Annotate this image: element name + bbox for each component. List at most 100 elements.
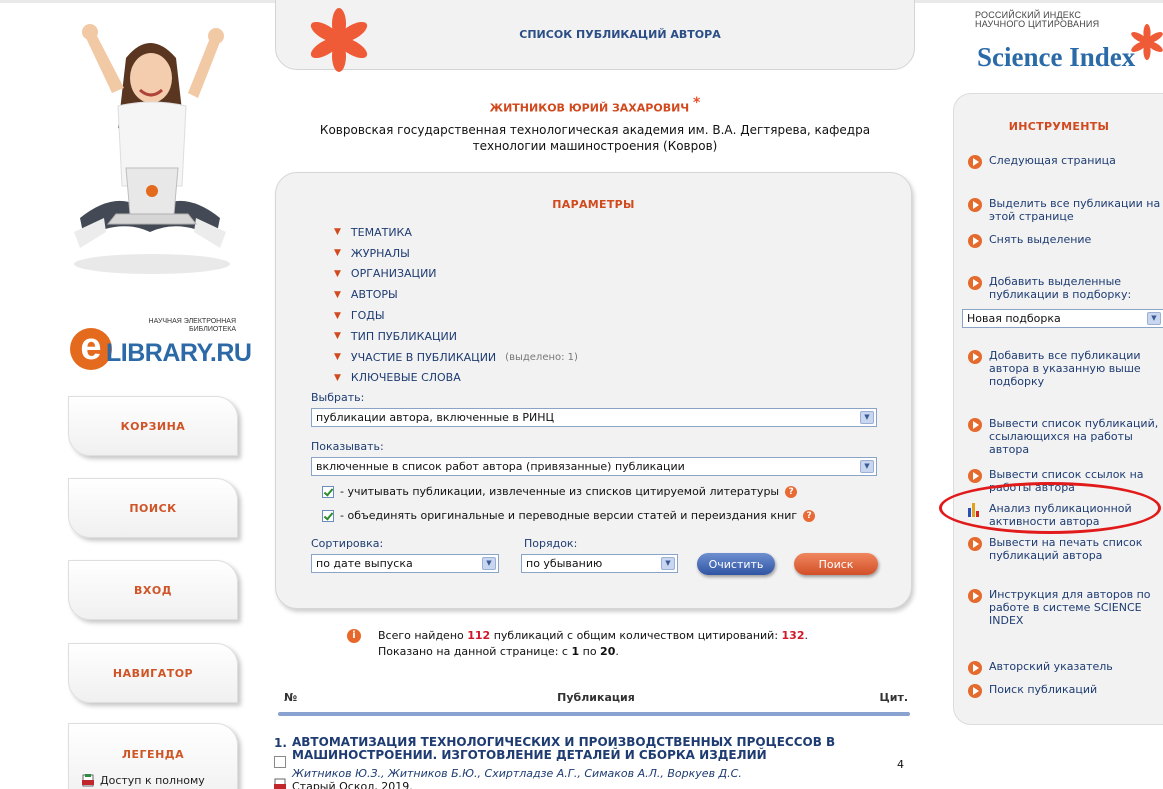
sort-select[interactable]: по дате выпуска ▼ [311, 554, 499, 573]
tool-citing-list[interactable]: Вывести список публикаций, ссылающихся н… [968, 417, 1163, 456]
table-header: Публикация № Цит. [284, 683, 908, 713]
pdf-icon[interactable] [274, 778, 286, 789]
cart-button[interactable]: КОРЗИНА [68, 396, 238, 456]
arrow-right-circle-icon [968, 234, 982, 248]
results-range-line: Показано на данной странице: с 1 по 20. [378, 645, 619, 658]
hero-illustration [74, 24, 230, 274]
chevron-down-icon: ▼ [860, 411, 874, 424]
param-authors[interactable]: ▼ АВТОРЫ [334, 284, 578, 305]
left-sidebar: НАУЧНАЯ ЭЛЕКТРОННАЯ БИБЛИОТЕКА e LIBRARY… [0, 0, 252, 789]
chevron-down-icon: ▼ [860, 460, 874, 473]
column-number: № [284, 691, 298, 704]
triangle-down-icon: ▼ [334, 268, 341, 279]
publication-citations[interactable]: 4 [897, 758, 904, 771]
brand-name: Science Index [977, 42, 1136, 72]
choose-label: Выбрать: [311, 391, 365, 404]
chevron-down-icon: ▼ [482, 557, 496, 570]
author-name-text[interactable]: ЖИТНИКОВ ЮРИЙ ЗАХАРОВИЧ [490, 102, 690, 115]
arrow-right-circle-icon [968, 589, 982, 603]
sort-label: Сортировка: [311, 537, 384, 550]
arrow-right-circle-icon [968, 469, 982, 483]
tools-title: ИНСТРУМЕНТЫ [1008, 120, 1110, 133]
param-years[interactable]: ▼ ГОДЫ [334, 305, 578, 326]
legend-item-label: Доступ к полному [100, 774, 205, 787]
tool-add-all[interactable]: Добавить все публикации автора в указанн… [968, 349, 1163, 388]
triangle-down-icon: ▼ [334, 372, 341, 383]
highlight-annotation [939, 482, 1161, 534]
arrow-right-circle-icon [968, 418, 982, 432]
science-index-logo[interactable]: РОССИЙСКИЙ ИНДЕКС НАУЧНОГО ЦИТИРОВАНИЯ S… [975, 6, 1163, 74]
results-total-line: Всего найдено 112 публикаций с общим кол… [378, 629, 808, 642]
results-from: 1 [571, 645, 580, 658]
results-to: 20 [600, 645, 616, 658]
tool-next-page[interactable]: Следующая страница [968, 154, 1163, 169]
legend-title: ЛЕГЕНДА [121, 748, 185, 761]
chevron-down-icon: ▼ [1147, 312, 1161, 325]
author-name[interactable]: ЖИТНИКОВ ЮРИЙ ЗАХАРОВИЧ * [275, 95, 915, 115]
asterisk-logo-icon [1131, 24, 1163, 60]
results-total: 112 [467, 629, 491, 642]
tool-select-all[interactable]: Выделить все публикации на этой странице [968, 197, 1163, 223]
show-select[interactable]: включенные в список работ автора (привяз… [311, 457, 877, 476]
publication-authors: Житников Ю.З., Житников Б.Ю., Схиртладзе… [292, 767, 742, 780]
arrow-right-circle-icon [968, 537, 982, 551]
collection-select[interactable]: Новая подборка ▼ [962, 309, 1163, 328]
order-select[interactable]: по убыванию ▼ [521, 554, 678, 573]
author-organization: Ковровская государственная технологическ… [319, 123, 871, 153]
param-pub-type[interactable]: ▼ ТИП ПУБЛИКАЦИИ [334, 326, 578, 347]
cited-refs-checkbox[interactable] [322, 485, 334, 498]
merge-versions-checkbox[interactable] [322, 509, 334, 522]
login-button[interactable]: ВХОД [68, 560, 238, 620]
legend-item-full-access: Доступ к полному [82, 774, 205, 787]
order-label: Порядок: [524, 537, 578, 550]
search-button[interactable]: Поиск [794, 553, 878, 575]
triangle-down-icon: ▼ [334, 331, 341, 342]
row-number: 1. [274, 736, 287, 750]
author-asterisk: * [693, 95, 701, 111]
tool-author-index[interactable]: Авторский указатель [968, 660, 1163, 675]
parameters-panel: ПАРАМЕТРЫ ▼ ТЕМАТИКА ▼ ЖУРНАЛЫ ▼ ОРГАНИЗАЦИ… [275, 172, 912, 609]
table-row: 1. АВТОМАТИЗАЦИЯ ТЕХНОЛОГИЧЕСКИХ И ПРОИЗ… [274, 736, 910, 789]
param-organizations[interactable]: ▼ ОРГАНИЗАЦИИ [334, 264, 578, 285]
results-citations: 132 [781, 629, 805, 642]
parameters-list: ▼ ТЕМАТИКА ▼ ЖУРНАЛЫ ▼ ОРГАНИЗАЦИИ ▼ АВТОРЫ … [334, 222, 578, 388]
navigator-button[interactable]: НАВИГАТОР [68, 643, 238, 703]
page-header: СПИСОК ПУБЛИКАЦИЙ АВТОРА [275, 0, 915, 72]
choose-select[interactable]: публикации автора, включенные в РИНЦ ▼ [311, 408, 877, 427]
param-topic[interactable]: ▼ ТЕМАТИКА [334, 222, 578, 243]
tools-panel: ИНСТРУМЕНТЫ Следующая страница Выделить … [953, 93, 1163, 725]
participation-note: (выделено: 1) [505, 351, 578, 363]
help-icon[interactable]: ? [803, 509, 816, 522]
cited-refs-option: - учитывать публикации, извлеченные из с… [322, 485, 798, 498]
row-checkbox[interactable] [274, 756, 286, 768]
triangle-down-icon: ▼ [334, 289, 341, 300]
param-journals[interactable]: ▼ ЖУРНАЛЫ [334, 243, 578, 264]
arrow-right-circle-icon [968, 684, 982, 698]
param-keywords[interactable]: ▼ КЛЮЧЕВЫЕ СЛОВА [334, 368, 578, 389]
column-citations: Цит. [879, 691, 908, 704]
help-icon[interactable]: ? [785, 485, 798, 498]
merge-versions-option: - объединять оригинальные и переводные в… [322, 509, 816, 522]
arrow-right-circle-icon [968, 276, 982, 290]
info-icon: i [347, 629, 361, 643]
tool-print-list[interactable]: Вывести на печать список публикаций авто… [968, 536, 1163, 562]
arrow-right-circle-icon [968, 350, 982, 364]
tool-deselect[interactable]: Снять выделение [968, 233, 1163, 248]
param-participation[interactable]: ▼ УЧАСТИЕ В ПУБЛИКАЦИИ (выделено: 1) [334, 347, 578, 368]
pdf-icon [82, 774, 94, 787]
page-title: СПИСОК ПУБЛИКАЦИЙ АВТОРА [519, 28, 721, 41]
elibrary-logo[interactable]: НАУЧНАЯ ЭЛЕКТРОННАЯ БИБЛИОТЕКА e LIBRARY… [70, 318, 252, 378]
tool-add-selected[interactable]: Добавить выделенные публикации в подборк… [968, 275, 1163, 301]
tool-instructions[interactable]: Инструкция для авторов по работе в систе… [968, 588, 1163, 627]
chevron-down-icon: ▼ [661, 557, 675, 570]
clear-button[interactable]: Очистить [697, 553, 775, 575]
publication-title-link[interactable]: АВТОМАТИЗАЦИЯ ТЕХНОЛОГИЧЕСКИХ И ПРОИЗВОД… [292, 736, 852, 762]
logo-name: LIBRARY.RU [106, 339, 252, 367]
column-publication: Публикация [557, 691, 635, 704]
legend-panel: ЛЕГЕНДА Доступ к полному [68, 723, 238, 789]
tool-pub-search[interactable]: Поиск публикаций [968, 683, 1163, 698]
brand-subtitle: РОССИЙСКИЙ ИНДЕКС НАУЧНОГО ЦИТИРОВАНИЯ [975, 10, 1100, 29]
triangle-down-icon: ▼ [334, 227, 341, 238]
arrow-right-circle-icon [968, 198, 982, 212]
search-nav-button[interactable]: ПОИСК [68, 478, 238, 538]
